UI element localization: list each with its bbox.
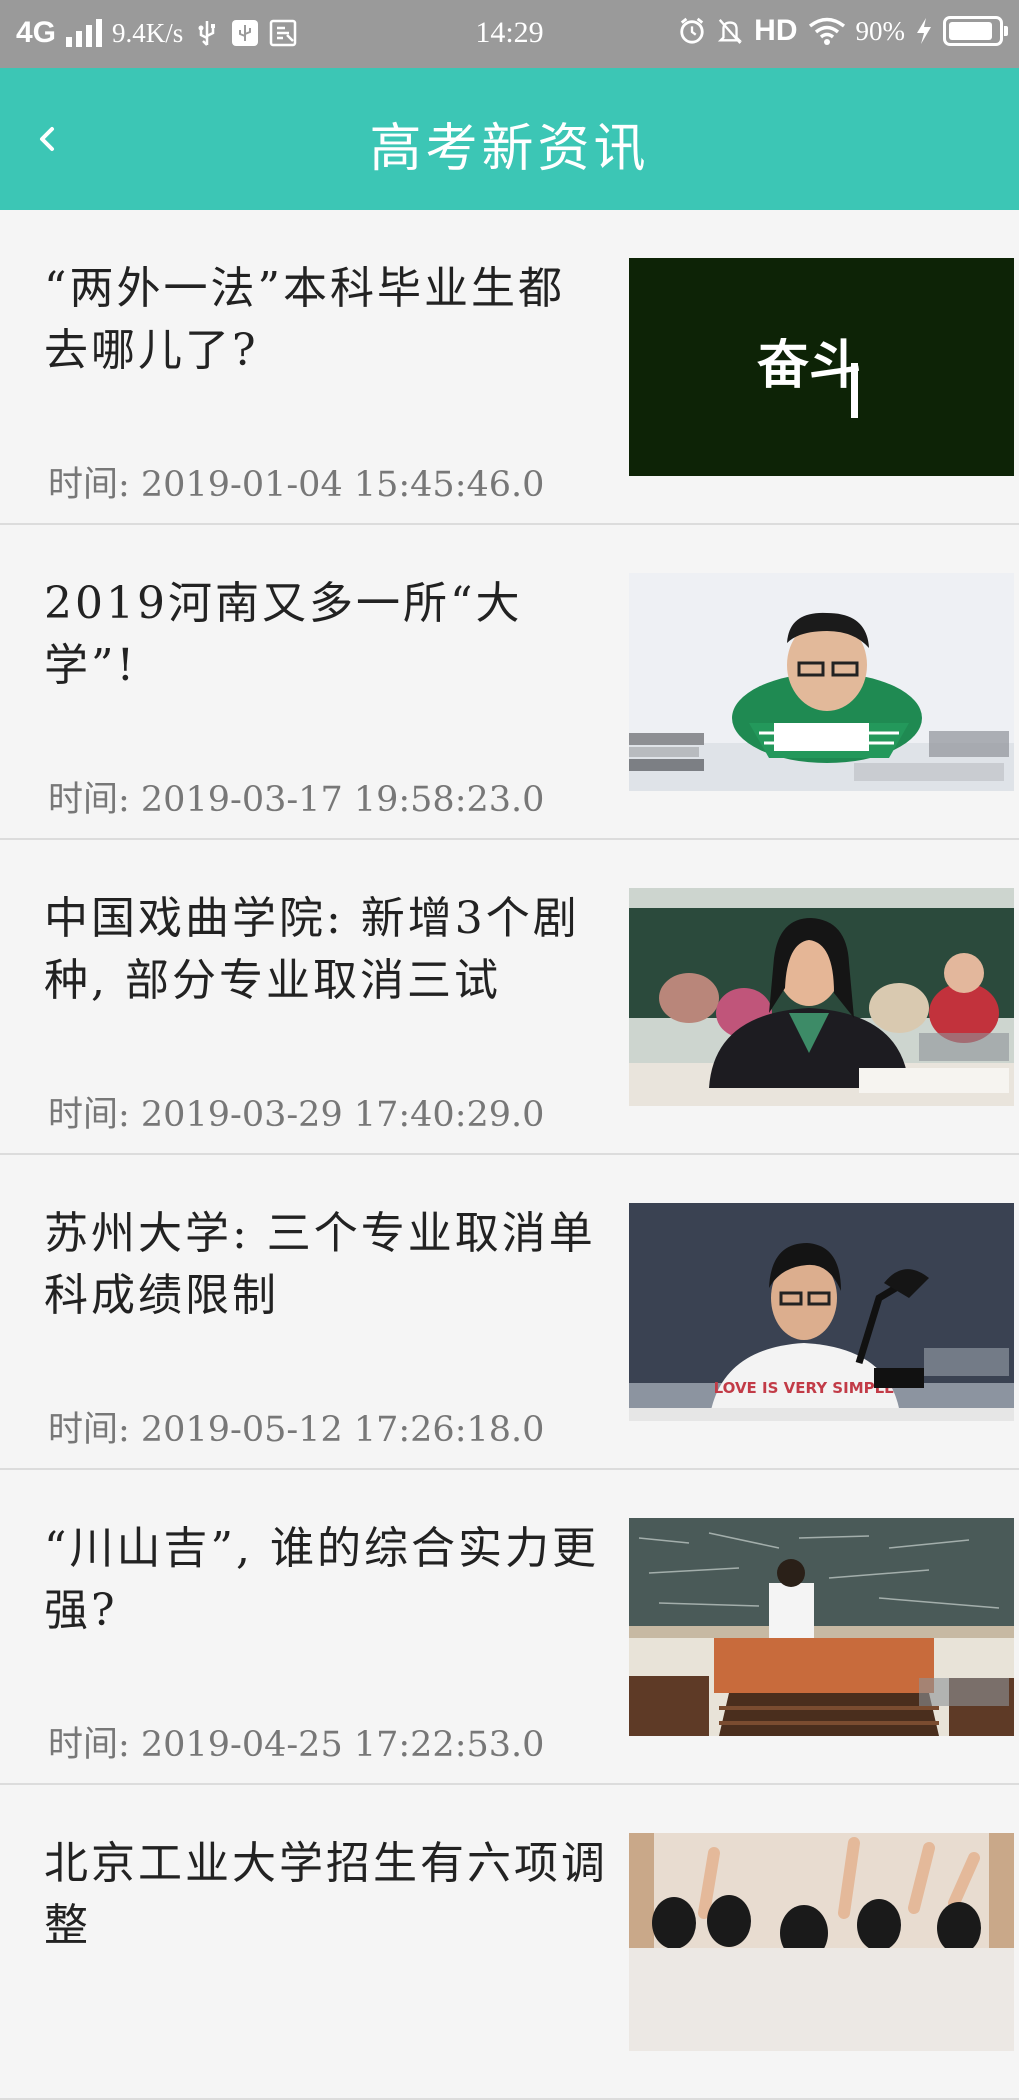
battery-percent: 90%: [855, 15, 906, 46]
news-time: 时间: 2019-03-17 19:58:23.0: [48, 780, 545, 820]
news-time: 时间: 2019-05-12 17:26:18.0: [48, 1410, 545, 1450]
news-title: 中国戏曲学院: 新增3个剧种, 部分专业取消三试: [44, 893, 580, 1006]
news-list: “两外一法”本科毕业生都去哪儿了? 时间: 2019-01-04 15:45:4…: [0, 210, 1019, 2100]
news-title: 北京工业大学招生有六项调整: [44, 1838, 608, 1951]
news-item[interactable]: 中国戏曲学院: 新增3个剧种, 部分专业取消三试 时间: 2019-03-29 …: [0, 840, 1019, 1155]
news-item[interactable]: “两外一法”本科毕业生都去哪儿了? 时间: 2019-01-04 15:45:4…: [0, 210, 1019, 525]
mute-icon: [716, 17, 744, 45]
news-title: “两外一法”本科毕业生都去哪儿了?: [44, 263, 565, 376]
charging-icon: [915, 17, 933, 45]
hd-indicator: HD: [754, 14, 798, 47]
news-thumbnail: [629, 1518, 1014, 1736]
news-time: 时间: 2019-01-04 15:45:46.0: [48, 465, 545, 505]
alarm-icon: [678, 17, 706, 45]
news-thumbnail: LOVE IS VERY SIMPLE: [629, 1203, 1014, 1421]
page-title: 高考新资讯: [369, 119, 650, 179]
news-title: 2019河南又多一所“大学”!: [44, 578, 523, 691]
wifi-icon: [808, 17, 846, 45]
news-item[interactable]: 苏州大学: 三个专业取消单科成绩限制 时间: 2019-05-12 17:26:…: [0, 1155, 1019, 1470]
status-right: HD 90%: [678, 14, 1008, 48]
news-item[interactable]: “川山吉”, 谁的综合实力更强? 时间: 2019-04-25 17:22:53…: [0, 1470, 1019, 1785]
news-time: 时间: 2019-04-25 17:22:53.0: [48, 1725, 545, 1765]
news-title: “川山吉”, 谁的综合实力更强?: [44, 1523, 599, 1636]
battery-icon: [943, 16, 1008, 46]
news-thumbnail: 奋斗: [629, 258, 1014, 476]
thumbnail-caption: 奋斗: [757, 336, 861, 396]
news-time: 时间: 2019-03-29 17:40:29.0: [48, 1095, 545, 1135]
news-title: 苏州大学: 三个专业取消单科成绩限制: [44, 1208, 596, 1321]
news-thumbnail: [629, 888, 1014, 1106]
thumbnail-caption: LOVE IS VERY SIMPLE: [714, 1379, 895, 1397]
news-item[interactable]: 北京工业大学招生有六项调整: [0, 1785, 1019, 2100]
news-item[interactable]: 2019河南又多一所“大学”! 时间: 2019-03-17 19:58:23.…: [0, 525, 1019, 840]
status-bar: 4G 9.4K/s 14:29 HD 90%: [0, 0, 1019, 68]
title-bar: 高考新资讯: [0, 68, 1019, 210]
news-thumbnail: [629, 1833, 1014, 2051]
news-thumbnail: [629, 573, 1014, 791]
